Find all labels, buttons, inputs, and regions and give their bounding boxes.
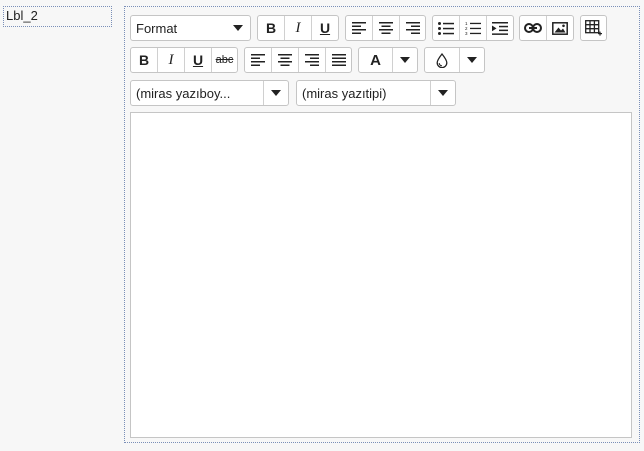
align-right-button-2[interactable] bbox=[299, 48, 326, 72]
table-group bbox=[580, 15, 607, 41]
table-icon bbox=[585, 20, 602, 36]
bullet-list-button[interactable] bbox=[433, 16, 460, 40]
insert-table-button[interactable] bbox=[581, 16, 606, 40]
bullet-list-icon bbox=[438, 21, 454, 35]
font-family-select[interactable]: (miras yazıtipi) bbox=[296, 80, 456, 106]
chevron-down-icon bbox=[430, 81, 455, 105]
alignment-group-1 bbox=[345, 15, 426, 41]
italic-button-2[interactable]: I bbox=[158, 48, 185, 72]
text-style-group: B I U bbox=[257, 15, 339, 41]
underline-button-2[interactable]: U bbox=[185, 48, 212, 72]
editor-content-area[interactable] bbox=[130, 112, 632, 438]
insert-link-button[interactable] bbox=[520, 16, 547, 40]
align-left-icon bbox=[251, 54, 265, 66]
align-right-icon bbox=[405, 22, 420, 34]
strikethrough-button[interactable]: abc bbox=[212, 48, 237, 72]
font-family-select-value: (miras yazıtipi) bbox=[302, 85, 387, 101]
highlight-color-button[interactable] bbox=[425, 48, 460, 72]
chevron-down-icon bbox=[467, 57, 477, 63]
text-style-group-2: B I U abc bbox=[130, 47, 238, 73]
svg-text:3: 3 bbox=[465, 31, 468, 35]
align-center-icon bbox=[379, 22, 393, 34]
format-select-value: Format bbox=[136, 20, 178, 36]
align-left-icon bbox=[352, 22, 366, 34]
bold-button[interactable]: B bbox=[258, 16, 285, 40]
font-color-button[interactable]: A bbox=[359, 48, 393, 72]
highlight-drop-icon bbox=[436, 52, 448, 68]
image-icon bbox=[552, 21, 568, 35]
highlight-color-picker bbox=[424, 47, 485, 73]
indent-button[interactable] bbox=[487, 16, 513, 40]
insert-group bbox=[519, 15, 574, 41]
label-lbl-2: Lbl_2 bbox=[3, 6, 112, 27]
underline-button[interactable]: U bbox=[312, 16, 338, 40]
numbered-list-icon: 123 bbox=[465, 21, 481, 35]
format-select[interactable]: Format bbox=[130, 15, 251, 41]
align-left-button[interactable] bbox=[346, 16, 373, 40]
italic-button[interactable]: I bbox=[285, 16, 312, 40]
highlight-color-dropdown[interactable] bbox=[460, 48, 484, 72]
align-center-button-2[interactable] bbox=[272, 48, 299, 72]
insert-image-button[interactable] bbox=[547, 16, 573, 40]
font-color-picker: A bbox=[358, 47, 418, 73]
font-size-select[interactable]: (miras yazıboy... bbox=[130, 80, 289, 106]
numbered-list-button[interactable]: 123 bbox=[460, 16, 487, 40]
align-center-button[interactable] bbox=[373, 16, 400, 40]
align-justify-button[interactable] bbox=[326, 48, 351, 72]
chevron-down-icon bbox=[263, 81, 288, 105]
align-right-button[interactable] bbox=[400, 16, 425, 40]
bold-button-2[interactable]: B bbox=[131, 48, 158, 72]
align-justify-icon bbox=[331, 54, 346, 66]
font-size-select-value: (miras yazıboy... bbox=[136, 85, 231, 101]
link-icon bbox=[524, 23, 542, 33]
align-center-icon bbox=[278, 54, 292, 66]
font-color-dropdown[interactable] bbox=[393, 48, 417, 72]
alignment-group-2 bbox=[244, 47, 352, 73]
chevron-down-icon bbox=[400, 57, 410, 63]
align-right-icon bbox=[305, 54, 319, 66]
list-group: 123 bbox=[432, 15, 514, 41]
align-left-button-2[interactable] bbox=[245, 48, 272, 72]
chevron-down-icon bbox=[226, 16, 250, 40]
indent-icon bbox=[492, 21, 508, 35]
